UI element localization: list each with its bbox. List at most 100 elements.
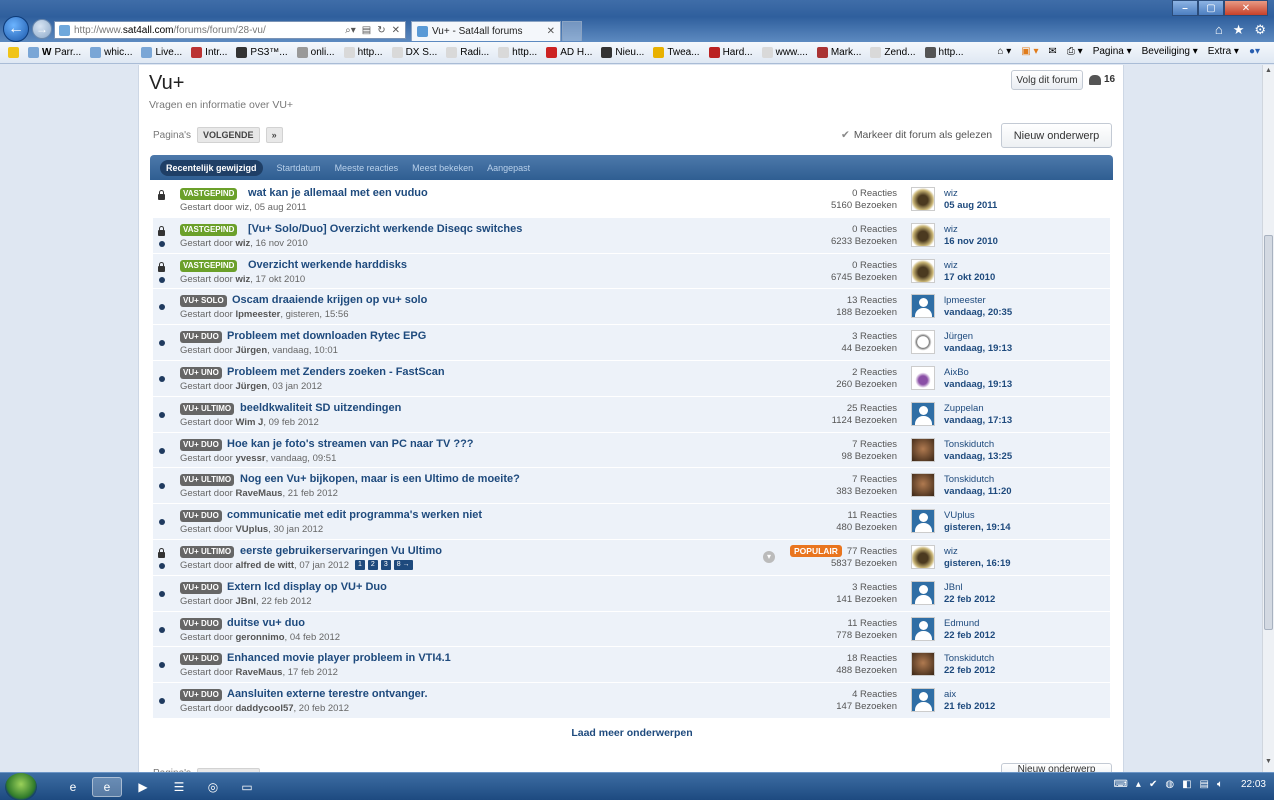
- page-menu[interactable]: Pagina ▾: [1093, 46, 1132, 57]
- starter-user-link[interactable]: JBnl: [235, 596, 256, 607]
- starter-user-link[interactable]: geronnimo: [235, 632, 284, 643]
- topic-prefix[interactable]: VU+ DUO: [180, 617, 222, 630]
- favorite-link[interactable]: Live...: [141, 47, 182, 58]
- favorite-link[interactable]: AD H...: [546, 47, 592, 58]
- starter-user-link[interactable]: wiz: [235, 202, 249, 213]
- stop-icon[interactable]: ✕: [392, 25, 400, 36]
- last-post-date-link[interactable]: vandaag, 17:13: [944, 415, 1012, 426]
- favorites-star-icon[interactable]: ★: [1233, 22, 1245, 38]
- topic-row[interactable]: VU+ DUO Hoe kan je foto's streamen van P…: [153, 432, 1110, 469]
- scroll-down-arrow-icon[interactable]: ▼: [1264, 758, 1273, 770]
- new-topic-button[interactable]: Nieuw onderwerp: [1001, 123, 1112, 148]
- topic-prefix[interactable]: VU+ ULTIMO: [180, 474, 235, 487]
- topic-prefix[interactable]: VU+ ULTIMO: [180, 545, 235, 558]
- topic-title-link[interactable]: communicatie met edit programma's werken…: [227, 509, 482, 521]
- topic-prefix[interactable]: VU+ DUO: [180, 581, 222, 594]
- last-post-user-link[interactable]: aix: [944, 689, 956, 700]
- topic-prefix[interactable]: VASTGEPIND: [180, 259, 238, 272]
- extra-menu[interactable]: Extra ▾: [1208, 46, 1239, 57]
- app-icon[interactable]: ☰: [164, 777, 194, 797]
- avatar[interactable]: [911, 258, 935, 283]
- last-post-date-link[interactable]: 05 aug 2011: [944, 200, 997, 211]
- topic-prefix[interactable]: VU+ UNO: [180, 366, 222, 379]
- topic-title-link[interactable]: duitse vu+ duo: [227, 617, 305, 629]
- favorite-link[interactable]: http...: [924, 47, 964, 58]
- last-post-date-link[interactable]: gisteren, 19:14: [944, 522, 1011, 533]
- topic-prefix[interactable]: VASTGEPIND: [180, 223, 238, 236]
- sort-tab-most-viewed[interactable]: Meest bekeken: [412, 163, 473, 173]
- topic-title-link[interactable]: Probleem met downloaden Rytec EPG: [227, 330, 426, 342]
- next-page-button[interactable]: VOLGENDE: [197, 127, 260, 143]
- topic-row[interactable]: VASTGEPIND wat kan je allemaal met een v…: [153, 182, 1110, 218]
- home-icon[interactable]: ⌂: [1215, 22, 1223, 38]
- mark-forum-read-link[interactable]: ✔ Markeer dit forum als gelezen: [841, 129, 992, 141]
- ie-active-window-icon[interactable]: e: [92, 777, 122, 797]
- topic-title-link[interactable]: Overzicht werkende harddisks: [248, 259, 407, 271]
- topic-prefix[interactable]: VU+ ULTIMO: [180, 402, 235, 415]
- topic-row[interactable]: VASTGEPIND Overzicht werkende harddisks …: [153, 253, 1110, 290]
- favorite-link[interactable]: Twea...: [653, 47, 700, 58]
- topic-row[interactable]: VU+ DUO Extern lcd display op VU+ Duo Ge…: [153, 575, 1110, 612]
- tray-app-icon[interactable]: ◍: [1165, 779, 1174, 790]
- last-post-user-link[interactable]: Tonskidutch: [944, 474, 994, 485]
- last-post-date-link[interactable]: 22 feb 2012: [944, 594, 995, 605]
- address-bar[interactable]: http://www. sat4all.com/forums/forum/28-v…: [54, 21, 406, 39]
- last-post-date-link[interactable]: 22 feb 2012: [944, 665, 995, 676]
- new-tab-button[interactable]: [562, 21, 582, 41]
- help-icon[interactable]: ●▾: [1249, 46, 1260, 57]
- favorite-link[interactable]: Zend...: [870, 47, 916, 58]
- last-post-user-link[interactable]: Jürgen: [944, 331, 973, 342]
- topic-page-link[interactable]: 8 →: [393, 559, 413, 570]
- topic-title-link[interactable]: Extern lcd display op VU+ Duo: [227, 581, 387, 593]
- favorite-link[interactable]: W Parr...: [28, 47, 81, 58]
- avatar[interactable]: [911, 473, 935, 498]
- last-post-user-link[interactable]: Zuppelan: [944, 403, 984, 414]
- avatar[interactable]: [911, 688, 935, 713]
- topic-title-link[interactable]: Probleem met Zenders zoeken - FastScan: [227, 366, 445, 378]
- topic-row[interactable]: VU+ ULTIMO eerste gebruikerservaringen V…: [153, 539, 1110, 576]
- tab-close-icon[interactable]: ✕: [547, 26, 555, 37]
- topic-title-link[interactable]: Nog een Vu+ bijkopen, maar is een Ultimo…: [240, 473, 520, 485]
- minimize-button[interactable]: –: [1172, 0, 1198, 16]
- favorite-link[interactable]: http...: [498, 47, 537, 58]
- favorite-link[interactable]: Mark...: [816, 47, 861, 58]
- last-post-user-link[interactable]: wiz: [944, 260, 958, 271]
- starter-user-link[interactable]: RaveMaus: [235, 667, 282, 678]
- last-post-user-link[interactable]: JBnl: [944, 582, 962, 593]
- avatar[interactable]: [911, 330, 935, 355]
- folder-icon[interactable]: ▭: [232, 777, 262, 797]
- vertical-scrollbar[interactable]: ▲ ▼: [1262, 65, 1274, 772]
- starter-user-link[interactable]: yvessr: [235, 453, 265, 464]
- starter-user-link[interactable]: Jürgen: [235, 345, 267, 356]
- avatar[interactable]: [911, 652, 935, 677]
- topic-title-link[interactable]: Oscam draaiende krijgen op vu+ solo: [232, 294, 427, 306]
- last-post-date-link[interactable]: 21 feb 2012: [944, 701, 995, 712]
- home-icon[interactable]: ⌂ ▾: [997, 46, 1011, 57]
- tools-gear-icon[interactable]: ⚙: [1254, 22, 1266, 38]
- back-button[interactable]: ←: [3, 16, 29, 42]
- ie-icon[interactable]: e: [58, 777, 88, 797]
- topic-row[interactable]: VU+ DUO Probleem met downloaden Rytec EP…: [153, 325, 1110, 361]
- avatar[interactable]: [911, 294, 935, 319]
- topic-row[interactable]: VU+ UNO Probleem met Zenders zoeken - Fa…: [153, 360, 1110, 397]
- tray-expand-icon[interactable]: ▴: [1136, 779, 1141, 790]
- last-page-button[interactable]: »: [265, 127, 283, 143]
- scroll-thumb[interactable]: [1264, 235, 1273, 630]
- last-post-date-link[interactable]: vandaag, 11:20: [944, 486, 1012, 497]
- topic-row[interactable]: VU+ DUO Enhanced movie player probleem i…: [153, 647, 1110, 684]
- last-post-user-link[interactable]: Tonskidutch: [944, 653, 994, 664]
- favorite-link[interactable]: Nieu...: [601, 47, 644, 58]
- favorite-link[interactable]: onli...: [296, 47, 335, 58]
- last-post-date-link[interactable]: 22 feb 2012: [944, 630, 995, 641]
- last-post-date-link[interactable]: 17 okt 2010: [944, 272, 995, 283]
- last-post-user-link[interactable]: AixBo: [944, 367, 969, 378]
- sort-tab-custom[interactable]: Aangepast: [487, 163, 530, 173]
- topic-row[interactable]: VU+ DUO communicatie met edit programma'…: [153, 504, 1110, 540]
- starter-user-link[interactable]: RaveMaus: [235, 488, 282, 499]
- avatar[interactable]: [911, 401, 935, 426]
- topic-page-link[interactable]: 3: [380, 559, 391, 570]
- favorite-link[interactable]: Hard...: [708, 47, 753, 58]
- starter-user-link[interactable]: VUplus: [235, 524, 268, 535]
- topic-title-link[interactable]: Aansluiten externe terestre ontvanger.: [227, 688, 428, 700]
- topic-prefix[interactable]: VU+ DUO: [180, 510, 222, 523]
